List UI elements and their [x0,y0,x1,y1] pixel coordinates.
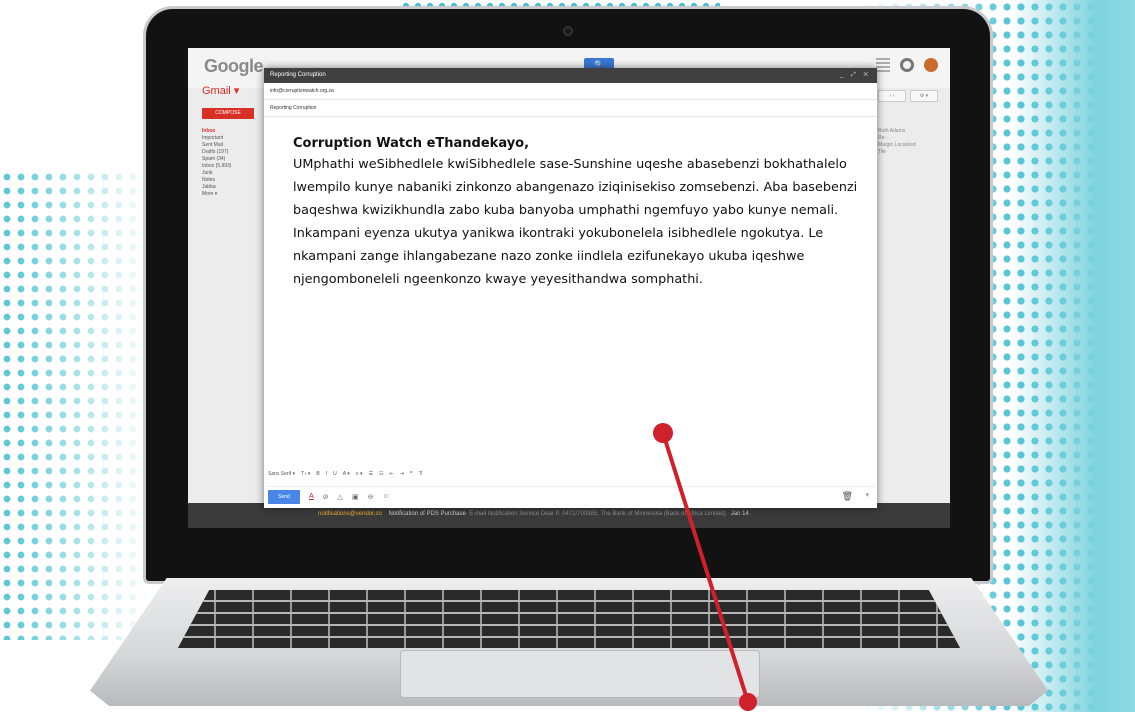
font-family-select[interactable]: Sans Serif ▾ [268,471,295,477]
window-controls[interactable]: _ ⤢ ✕ [840,68,871,83]
bold-button[interactable]: B [316,471,319,477]
right-panel-text: Ruth Adams Re: .. Margin Localized Tile [878,128,916,155]
nav-item[interactable]: Important [202,135,231,142]
gmail-nav: Inbox Important Sent Mail Drafts (197) S… [202,128,231,198]
indent-more-icon[interactable]: ⇥ [400,471,404,477]
to-field[interactable]: info@corruptionwatch.org.za [264,83,877,100]
row-date: Jan 14 [730,511,749,517]
trash-icon[interactable]: 🗑 [842,491,853,502]
bulleted-list-icon[interactable]: ☷ [379,471,383,477]
apps-grid-icon[interactable] [876,58,890,72]
clear-formatting-icon[interactable]: T̸ [419,471,422,477]
trackpad [400,650,760,698]
message-body[interactable]: Corruption Watch eThandekayo, UMphathi w… [293,134,863,291]
font-size-select[interactable]: T↕ ▾ [301,471,310,477]
keyboard-rows [178,590,960,648]
header-icons [876,58,938,72]
nav-item[interactable]: Junk [202,170,231,177]
compose-window: Reporting Corruption _ ⤢ ✕ info@corrupti… [264,68,877,508]
message-greeting: Corruption Watch eThandekayo, [293,136,530,151]
nav-item[interactable]: Inbox (5,993) [202,163,231,170]
row-snippet: E-mail Notification Service Dear P. 0472… [469,511,726,517]
compose-title: Reporting Corruption [270,72,326,78]
settings-button[interactable]: ⚙ ▾ [910,90,938,102]
nav-item[interactable]: Drafts (197) [202,149,231,156]
numbered-list-icon[interactable]: ☰ [369,471,373,477]
gmail-right-panel: ‹ › ⚙ ▾ Ruth Adams Re: .. Margin Localize… [878,84,948,156]
more-options-icon[interactable]: ▾ [865,491,869,499]
inbox-row[interactable]: notifications@vendor.co Notification of … [318,511,749,517]
laptop-screen: Google 🔍 Gmail ▾ COMPOSE Inbox Important… [188,48,950,528]
gmail-menu[interactable]: Gmail ▾ [202,84,239,97]
subject-field[interactable]: Reporting Corruption [264,100,877,117]
nav-item[interactable]: Inbox [202,128,231,135]
notifications-icon[interactable] [900,58,914,72]
attach-icon[interactable]: ⊘ [323,493,329,501]
message-text: UMphathi weSibhedlele kwiSibhedlele sase… [293,157,858,287]
nav-item[interactable]: More ▾ [202,191,231,198]
indent-less-icon[interactable]: ⇤ [390,471,394,477]
photo-icon[interactable]: ▣ [352,493,359,501]
halftone-left [0,170,150,640]
link-icon[interactable]: ⊖ [368,493,374,501]
nav-item[interactable]: Spam (34) [202,156,231,163]
google-logo: Google [204,56,264,76]
align-button[interactable]: ≡ ▾ [356,471,363,477]
compose-actions: Send A ⊘ △ ▣ ⊖ ☺ 🗑 ▾ [266,486,875,506]
drive-icon[interactable]: △ [338,493,343,501]
nav-item[interactable]: Jabba [202,184,231,191]
webcam [563,26,573,36]
formatting-toggle-icon[interactable]: A [309,493,314,500]
teal-gradient-right [1010,0,1135,712]
italic-button[interactable]: I [326,471,327,477]
row-subject: Notification of PDS Purchase [388,511,466,517]
pager-button[interactable]: ‹ › [878,90,906,102]
avatar[interactable] [924,58,938,72]
compose-button[interactable]: COMPOSE [202,108,254,119]
nav-item[interactable]: Sent Mail [202,142,231,149]
underline-button[interactable]: U [333,471,337,477]
row-sender: notifications@vendor.co [318,511,382,517]
text-color-button[interactable]: A ▾ [343,471,350,477]
formatting-toolbar: Sans Serif ▾ T↕ ▾ B I U A ▾ ≡ ▾ ☰ ☷ ⇤ ⇥ … [268,468,422,480]
quote-icon[interactable]: ❞ [410,471,413,477]
send-button[interactable]: Send [268,489,300,504]
compose-titlebar[interactable]: Reporting Corruption _ ⤢ ✕ [264,68,877,83]
emoji-icon[interactable]: ☺ [382,493,389,500]
nav-item[interactable]: Notes [202,177,231,184]
